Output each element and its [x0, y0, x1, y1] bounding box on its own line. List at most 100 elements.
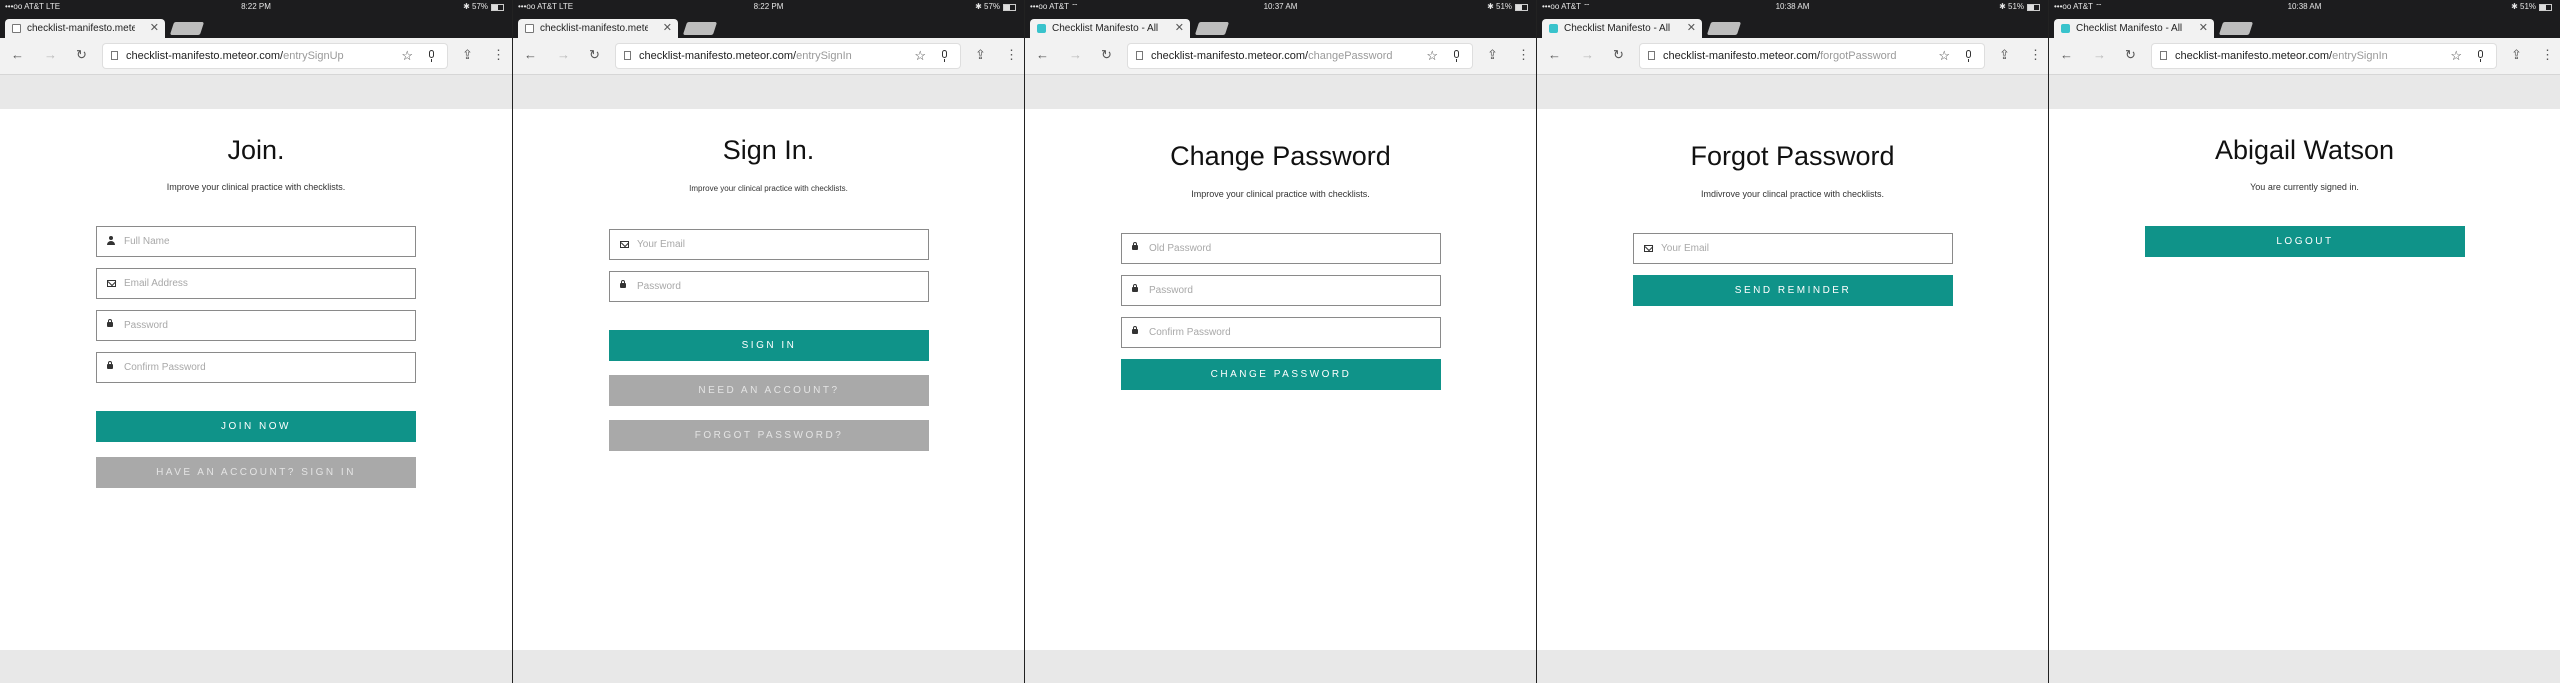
page-content: Forgot Password Imdivrove your clincal p… [1537, 109, 2048, 650]
panel-forgot-password: •••oo AT&T ⌔ 10:38 AM ✱ 51% Checklist Ma… [1536, 0, 2048, 683]
full-name-input[interactable]: Full Name [96, 226, 416, 257]
page-header-band [1537, 75, 2048, 109]
browser-tab[interactable]: checklist-manifesto.meteor ✕ [518, 19, 678, 38]
reload-icon[interactable]: ↻ [2125, 47, 2136, 63]
email-input[interactable]: Your Email [609, 229, 929, 260]
address-bar[interactable]: checklist-manifesto.meteor.com/entrySign… [616, 44, 960, 68]
battery-status: ✱ 57% [463, 0, 504, 14]
share-icon[interactable]: ⇪ [462, 47, 473, 63]
new-tab-button[interactable] [2218, 22, 2254, 35]
reload-icon[interactable]: ↻ [76, 47, 87, 63]
email-input[interactable]: Your Email [1633, 233, 1953, 264]
battery-icon [1003, 3, 1016, 11]
close-tab-icon[interactable]: ✕ [1687, 19, 1696, 38]
status-time: 8:22 PM [753, 2, 784, 11]
share-icon[interactable]: ⇪ [975, 47, 986, 63]
close-tab-icon[interactable]: ✕ [1175, 19, 1184, 38]
lock-icon [107, 361, 113, 369]
browser-tab[interactable]: Checklist Manifesto - All you ✕ [2054, 19, 2214, 38]
reload-icon[interactable]: ↻ [1101, 47, 1112, 63]
forward-arrow-icon[interactable]: → [1581, 47, 1594, 63]
share-icon[interactable]: ⇪ [1999, 47, 2010, 63]
tab-strip: Checklist Manifesto - All you ✕ [1025, 14, 1536, 38]
confirm-password-input[interactable]: Confirm Password [1121, 317, 1441, 348]
address-bar[interactable]: checklist-manifesto.meteor.com/entrySign… [2152, 44, 2496, 68]
bookmark-star-icon[interactable]: ☆ [1426, 44, 1438, 68]
confirm-password-input[interactable]: Confirm Password [96, 352, 416, 383]
forward-arrow-icon[interactable]: → [557, 47, 570, 63]
share-icon[interactable]: ⇪ [2511, 47, 2522, 63]
new-tab-button[interactable] [169, 22, 205, 35]
panel-sign-in: •••oo AT&T LTE 8:22 PM ✱ 57% checklist-m… [512, 0, 1024, 683]
browser-tab[interactable]: checklist-manifesto.meteor ✕ [5, 19, 165, 38]
change-password-button[interactable]: CHANGE PASSWORD [1121, 359, 1441, 390]
microphone-icon[interactable] [942, 50, 947, 62]
need-account-button[interactable]: NEED AN ACCOUNT? [609, 375, 929, 406]
page-footer-band [1537, 650, 2048, 683]
address-bar[interactable]: checklist-manifesto.meteor.com/changePas… [1128, 44, 1472, 68]
envelope-icon [107, 280, 116, 287]
status-bar: •••oo AT&T ⌔ 10:38 AM ✱ 51% [2049, 0, 2560, 14]
page-info-icon [2160, 51, 2167, 60]
share-icon[interactable]: ⇪ [1487, 47, 1498, 63]
back-arrow-icon[interactable]: ← [524, 47, 537, 63]
new-tab-button[interactable] [1706, 22, 1742, 35]
password-input[interactable]: Password [609, 271, 929, 302]
have-account-sign-in-button[interactable]: HAVE AN ACCOUNT? SIGN IN [96, 457, 416, 488]
browser-tab[interactable]: Checklist Manifesto - All you ✕ [1542, 19, 1702, 38]
microphone-icon[interactable] [1454, 50, 1459, 62]
address-bar[interactable]: checklist-manifesto.meteor.com/entrySign… [103, 44, 447, 68]
page-footer-band [0, 650, 512, 683]
menu-dots-icon[interactable]: ⋮ [1005, 47, 1018, 63]
browser-tab[interactable]: Checklist Manifesto - All you ✕ [1030, 19, 1190, 38]
send-reminder-button[interactable]: SEND REMINDER [1633, 275, 1953, 306]
reload-icon[interactable]: ↻ [589, 47, 600, 63]
join-now-button[interactable]: JOIN NOW [96, 411, 416, 442]
menu-dots-icon[interactable]: ⋮ [2541, 47, 2554, 63]
forward-arrow-icon[interactable]: → [44, 47, 57, 63]
back-arrow-icon[interactable]: ← [2060, 47, 2073, 63]
address-bar[interactable]: checklist-manifesto.meteor.com/forgotPas… [1640, 44, 1984, 68]
new-tab-button[interactable] [1194, 22, 1230, 35]
sign-in-button[interactable]: SIGN IN [609, 330, 929, 361]
page-subtitle: Imdivrove your clincal practice with che… [1700, 189, 1885, 199]
microphone-icon[interactable] [2478, 50, 2483, 62]
bookmark-star-icon[interactable]: ☆ [401, 44, 413, 68]
tab-strip: checklist-manifesto.meteor ✕ [0, 14, 512, 38]
back-arrow-icon[interactable]: ← [1548, 47, 1561, 63]
status-bar: •••oo AT&T LTE 8:22 PM ✱ 57% [513, 0, 1024, 14]
close-tab-icon[interactable]: ✕ [150, 19, 159, 38]
page-header-band [1025, 75, 1536, 109]
bookmark-star-icon[interactable]: ☆ [2450, 44, 2462, 68]
microphone-icon[interactable] [429, 50, 434, 62]
page-subtitle: Improve your clinical practice with chec… [1191, 189, 1370, 199]
close-tab-icon[interactable]: ✕ [663, 19, 672, 38]
page-footer-band [1025, 650, 1536, 683]
menu-dots-icon[interactable]: ⋮ [1517, 47, 1530, 63]
reload-icon[interactable]: ↻ [1613, 47, 1624, 63]
close-tab-icon[interactable]: ✕ [2199, 19, 2208, 38]
back-arrow-icon[interactable]: ← [1036, 47, 1049, 63]
old-password-input[interactable]: Old Password [1121, 233, 1441, 264]
forgot-password-button[interactable]: FORGOT PASSWORD? [609, 420, 929, 451]
bookmark-star-icon[interactable]: ☆ [1938, 44, 1950, 68]
back-arrow-icon[interactable]: ← [11, 47, 24, 63]
new-tab-button[interactable] [682, 22, 718, 35]
panel-join: •••oo AT&T LTE 8:22 PM ✱ 57% checklist-m… [0, 0, 512, 683]
password-input[interactable]: Password [96, 310, 416, 341]
lock-icon [107, 319, 113, 327]
page-footer-band [2049, 650, 2560, 683]
app-icon [2061, 24, 2070, 33]
bookmark-star-icon[interactable]: ☆ [914, 44, 926, 68]
microphone-icon[interactable] [1966, 50, 1971, 62]
password-input[interactable]: Password [1121, 275, 1441, 306]
forward-arrow-icon[interactable]: → [2093, 47, 2106, 63]
tab-strip: Checklist Manifesto - All you ✕ [1537, 14, 2048, 38]
email-input[interactable]: Email Address [96, 268, 416, 299]
forward-arrow-icon[interactable]: → [1069, 47, 1082, 63]
page-title: Join. [227, 135, 285, 165]
menu-dots-icon[interactable]: ⋮ [492, 47, 505, 63]
logout-button[interactable]: LOGOUT [2145, 226, 2465, 257]
menu-dots-icon[interactable]: ⋮ [2029, 47, 2042, 63]
page-content: Join. Improve your clinical practice wit… [0, 109, 512, 650]
